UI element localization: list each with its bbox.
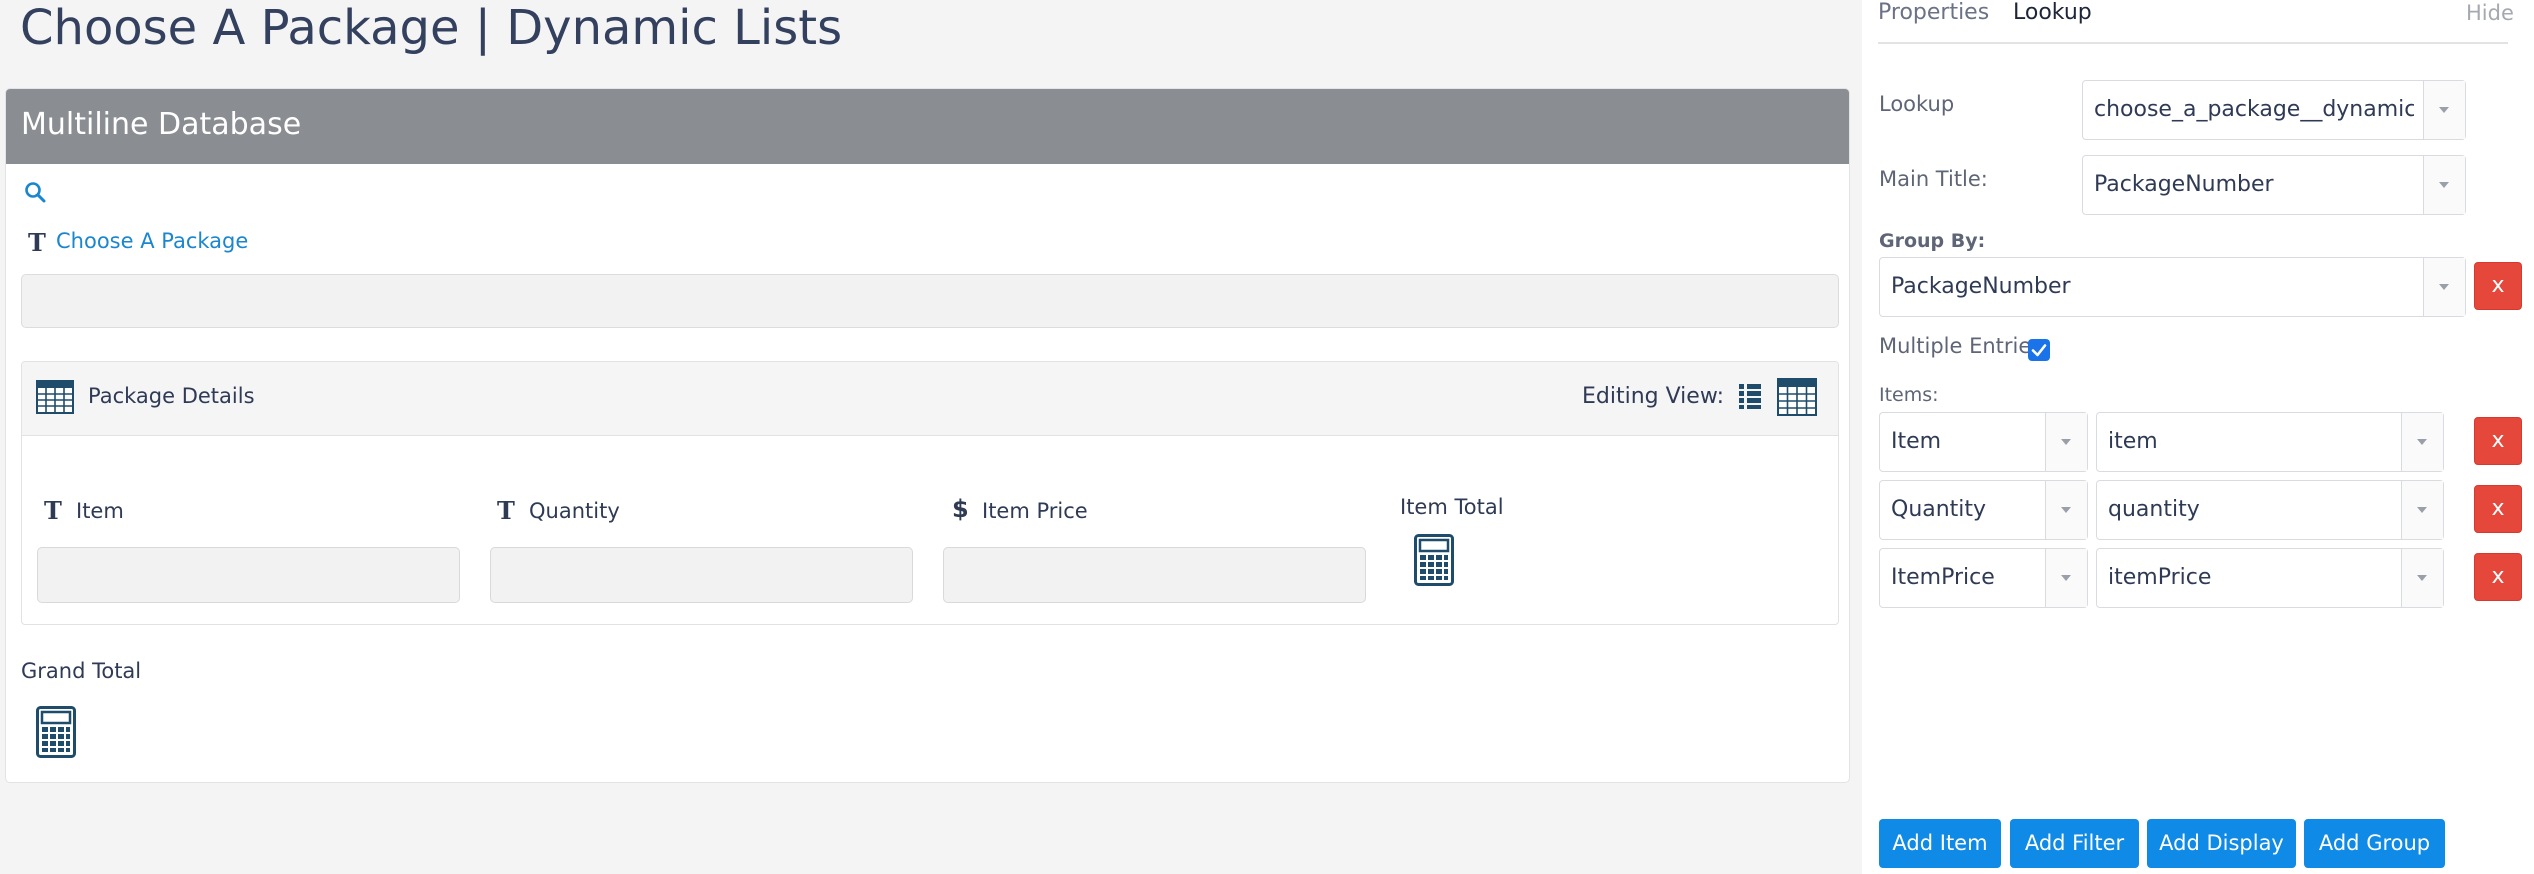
dropdown-toggle[interactable] [2045,549,2087,607]
calculator-icon [1414,534,1454,586]
chevron-down-icon [2061,439,2071,445]
add-filter-button[interactable]: Add Filter [2010,819,2139,868]
chevron-down-icon [2417,575,2427,581]
item-value-select-value: item [2108,429,2158,454]
dropdown-toggle[interactable] [2401,549,2443,607]
quantity-column-label: Quantity [529,499,620,523]
add-group-button[interactable]: Add Group [2304,819,2445,868]
item-price-column-label: Item Price [982,499,1088,523]
item-value-select[interactable]: quantity [2096,480,2444,540]
group-by-label: Group By: [1879,230,1986,252]
dropdown-toggle[interactable] [2045,481,2087,539]
chevron-down-icon [2061,575,2071,581]
search-icon[interactable] [24,181,46,203]
choose-package-label[interactable]: Choose A Package [56,229,248,253]
item-field-select-value: Quantity [1891,497,1987,522]
quantity-input[interactable] [490,547,913,603]
dropdown-toggle[interactable] [2401,413,2443,471]
item-field-select-value: ItemPrice [1891,565,1995,590]
item-field-select[interactable]: Quantity [1879,480,2088,540]
item-field-select[interactable]: ItemPrice [1879,548,2088,608]
item-field-select-value: Item [1891,429,1942,454]
text-field-icon: T [497,496,515,525]
chevron-down-icon [2439,182,2449,188]
dropdown-toggle[interactable] [2423,258,2465,316]
group-by-select-value: PackageNumber [1891,274,2071,299]
choose-package-input[interactable] [21,274,1839,328]
item-price-input[interactable] [943,547,1366,603]
item-value-select[interactable]: item [2096,412,2444,472]
item-input[interactable] [37,547,460,603]
remove-item-button[interactable]: x [2474,417,2522,465]
list-view-icon[interactable] [1738,382,1762,410]
remove-group-by-button[interactable]: x [2474,262,2522,310]
chevron-down-icon [2061,507,2071,513]
group-by-select[interactable]: PackageNumber [1879,257,2466,317]
multiple-entries-checkbox[interactable] [2028,339,2050,361]
dropdown-toggle[interactable] [2045,413,2087,471]
hide-panel-link[interactable]: Hide [2466,1,2514,25]
section-header: Multiline Database [6,89,1849,164]
item-field-select[interactable]: Item [1879,412,2088,472]
lookup-label: Lookup [1879,92,1955,116]
form-card: Multiline Database T Choose A Package Pa… [5,88,1850,783]
main-title-select-value: PackageNumber [2094,172,2274,197]
remove-item-button[interactable]: x [2474,553,2522,601]
tab-properties[interactable]: Properties [1878,0,1989,25]
package-details-header: Package Details Editing View: [22,362,1838,436]
tabs-divider [1878,42,2508,44]
section-title: Multiline Database [21,107,302,142]
add-display-button[interactable]: Add Display [2147,819,2296,868]
main-title-select[interactable]: PackageNumber [2082,155,2466,215]
item-value-select-value: itemPrice [2108,565,2212,590]
item-column-label: Item [76,499,124,523]
item-total-column-label: Item Total [1400,495,1504,519]
remove-item-button[interactable]: x [2474,485,2522,533]
add-item-button[interactable]: Add Item [1879,819,2001,868]
chevron-down-icon [2417,439,2427,445]
dropdown-toggle[interactable] [2401,481,2443,539]
dollar-icon: $ [952,495,969,523]
calculator-icon [36,706,76,758]
items-label: Items: [1879,384,1939,406]
chevron-down-icon [2439,107,2449,113]
text-field-icon: T [28,228,46,257]
chevron-down-icon [2417,507,2427,513]
lookup-select[interactable]: choose_a_package__dynamic_... [2082,80,2466,140]
dropdown-toggle[interactable] [2423,156,2465,214]
dropdown-toggle[interactable] [2423,81,2465,139]
chevron-down-icon [2439,284,2449,290]
page-title: Choose A Package | Dynamic Lists [20,0,843,56]
text-field-icon: T [44,496,62,525]
grand-total-label: Grand Total [21,659,142,683]
main-title-label: Main Title: [1879,167,1988,191]
tab-lookup[interactable]: Lookup [2013,0,2092,25]
editing-view-label: Editing View: [1582,384,1725,409]
table-view-icon[interactable] [1777,378,1817,416]
table-icon [36,380,74,414]
package-details-grid: Package Details Editing View: T Item T Q… [21,361,1839,625]
lookup-select-value: choose_a_package__dynamic_... [2094,97,2414,122]
checkmark-icon [2031,344,2047,357]
multiple-entries-label: Multiple Entries: [1879,334,2050,358]
package-details-title: Package Details [88,384,255,408]
item-value-select[interactable]: itemPrice [2096,548,2444,608]
item-value-select-value: quantity [2108,497,2200,522]
